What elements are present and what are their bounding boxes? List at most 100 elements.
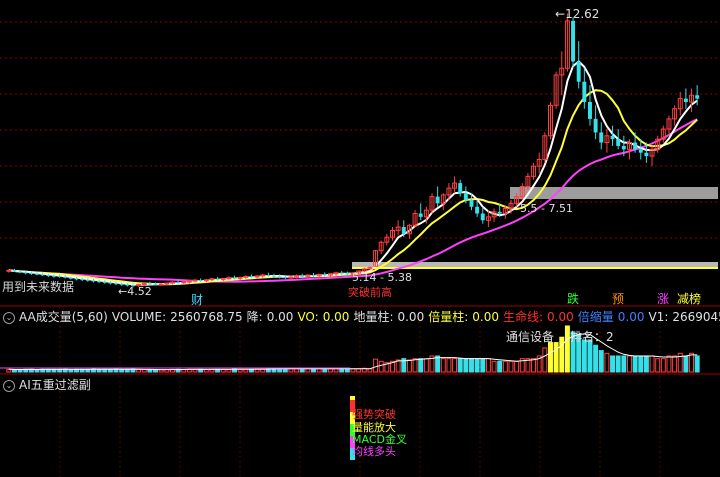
candle-body: [57, 276, 62, 278]
candle-body: [186, 280, 192, 283]
volume-bar: [553, 342, 559, 373]
jiang-value: 0.00: [266, 310, 294, 324]
volume-bar: [469, 358, 474, 373]
volume-bar: [694, 355, 700, 373]
candle-body: [91, 280, 96, 282]
vo-value: 0.00: [322, 310, 350, 324]
candle-body: [51, 275, 56, 277]
candle-body: [644, 152, 649, 157]
volume-bar: [632, 355, 638, 373]
volume-bar: [147, 369, 153, 373]
volume-bar: [508, 360, 514, 373]
tag-cai[interactable]: 财: [190, 293, 204, 307]
chart-canvas[interactable]: [0, 0, 720, 477]
volume-bar: [491, 360, 497, 373]
volume-bar: [497, 360, 503, 373]
candle-body: [480, 213, 485, 221]
candle-body: [582, 81, 587, 102]
price-range-gray: 5.5 - 7.51: [520, 202, 573, 215]
candle-body: [588, 102, 592, 119]
volume-indicator-title[interactable]: AA成交量(5,60): [19, 310, 108, 324]
volume-bar: [638, 355, 644, 373]
candle-body: [463, 193, 468, 200]
candle-body: [102, 281, 107, 283]
tag-yu[interactable]: 预: [611, 292, 625, 306]
volume-bar: [480, 358, 486, 373]
volume-panel-header: ⌄ AA成交量(5,60) VOLUME: 2560768.75 降: 0.00 VO: 0.…: [0, 308, 720, 326]
tag-zhang[interactable]: 涨: [656, 292, 670, 306]
signal-strong-breakout: 强势突破: [352, 408, 396, 421]
candle-body: [40, 274, 45, 276]
candle-body: [232, 277, 237, 279]
shengming-label: 生命线:: [502, 310, 544, 324]
candle-body: [288, 276, 294, 279]
resistance-band: [510, 187, 718, 199]
candle-body: [18, 271, 23, 273]
candle-body: [35, 273, 40, 275]
volume-bar: [649, 355, 655, 373]
candle-body: [215, 278, 220, 280]
volume-label: VOLUME:: [111, 310, 167, 324]
filter-indicator-title[interactable]: AI五重过滤副: [19, 378, 91, 392]
candle-body: [599, 132, 604, 143]
volume-bar: [666, 355, 672, 373]
candle-body: [249, 276, 254, 278]
candle-body: [571, 20, 576, 62]
candle-body: [176, 282, 181, 284]
volume-bar: [672, 355, 678, 373]
candle-body: [29, 272, 34, 274]
volume-bar: [203, 369, 209, 373]
volume-bar: [474, 358, 480, 373]
jiang-label: 降:: [246, 310, 263, 324]
diliang-value: 0.00: [397, 310, 425, 324]
candle-body: [85, 279, 90, 281]
candle-body: [458, 183, 463, 194]
candle-body: [469, 200, 474, 207]
signal-bar-cap: [350, 396, 355, 400]
sector-note: 通信设备: [506, 330, 555, 344]
beiliang-label: 倍量柱:: [428, 310, 469, 324]
candle-body: [616, 139, 621, 146]
candle-body: [322, 274, 327, 276]
volume-bar: [485, 358, 491, 373]
high-price-value: 12.62: [565, 7, 600, 21]
volume-bar: [452, 358, 458, 373]
candle-body: [272, 275, 276, 277]
volume-bar: [598, 350, 604, 373]
candle-body: [345, 273, 350, 275]
volume-bar: [502, 360, 508, 373]
candle-body: [695, 95, 700, 99]
volume-bar: [615, 355, 621, 373]
candle-body: [23, 272, 28, 274]
candle-body: [226, 277, 232, 280]
candle-body: [283, 277, 288, 279]
collapse-icon[interactable]: ⌄: [3, 311, 15, 324]
tag-jianbang[interactable]: 减榜: [676, 292, 702, 306]
volume-bar: [610, 355, 616, 373]
volume-bar: [435, 355, 441, 373]
candle-body: [311, 275, 316, 277]
beisuo-value: 0.00: [617, 310, 645, 324]
volume-bar: [423, 358, 429, 373]
candle-body: [80, 279, 85, 281]
candle-body: [198, 280, 203, 282]
volume-bar: [559, 336, 565, 373]
candle-body: [266, 275, 271, 277]
candle-body: [108, 282, 113, 284]
volume-bar: [626, 355, 632, 373]
volume-bar: [621, 355, 627, 373]
candle-body: [683, 98, 688, 102]
filter-panel-header: ⌄ AI五重过滤副: [0, 376, 95, 394]
collapse-icon[interactable]: ⌄: [3, 379, 15, 392]
candle-body: [633, 142, 638, 150]
volume-bar: [660, 358, 666, 373]
volume-bar: [378, 360, 384, 373]
volume-bar: [643, 355, 649, 373]
diliang-label: 地量柱:: [353, 310, 394, 324]
stock-chart-window: 用到未来数据 ←4.52 ←12.62 5.14 - 5.38 5.5 - 7.…: [0, 0, 720, 477]
rank-note: 排名：2: [570, 330, 614, 344]
candle-body: [97, 281, 102, 283]
vo-label: VO:: [297, 310, 319, 324]
tag-die[interactable]: 跌: [566, 292, 580, 306]
volume-bar: [406, 359, 412, 373]
